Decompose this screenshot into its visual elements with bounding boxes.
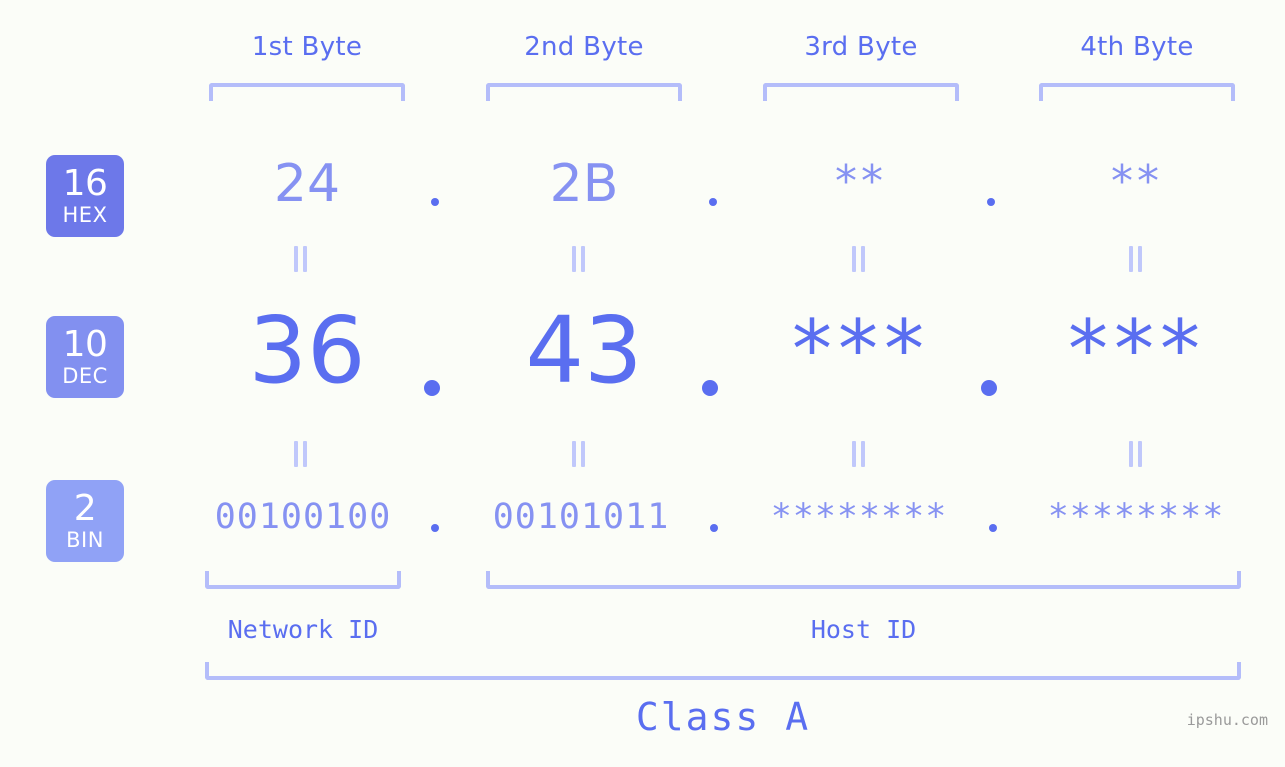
dec-byte-2: 43 xyxy=(525,297,643,404)
base-badge-hex-name: HEX xyxy=(62,203,108,227)
equals-connector-dec-bin-3 xyxy=(851,441,867,467)
dec-byte-1: 36 xyxy=(248,297,366,404)
dec-dot-separator-2 xyxy=(702,380,718,396)
byte-header-label-4: 4th Byte xyxy=(1080,32,1194,62)
byte-header-label-1: 1st Byte xyxy=(251,32,363,62)
ip-address-breakdown-diagram: 1st Byte 2nd Byte 3rd Byte 4th Byte 16 H… xyxy=(0,0,1285,767)
bin-dot-separator-2 xyxy=(710,524,718,532)
hex-byte-1: 24 xyxy=(273,154,341,214)
dec-byte-3: *** xyxy=(792,303,930,396)
hex-dot-separator-1 xyxy=(431,198,439,206)
bin-dot-separator-3 xyxy=(989,524,997,532)
byte-header-label-3: 3rd Byte xyxy=(804,32,918,62)
hex-byte-2: 2B xyxy=(549,154,619,214)
byte-header-label-2: 2nd Byte xyxy=(524,32,644,62)
equals-connector-hex-dec-2 xyxy=(571,246,587,272)
hex-byte-4: ** xyxy=(1111,156,1163,207)
byte-bracket-top-2 xyxy=(486,83,682,101)
base-badge-dec: 10 DEC xyxy=(46,316,124,398)
base-badge-dec-name: DEC xyxy=(62,364,108,388)
bin-byte-2: 00101011 xyxy=(492,497,670,537)
base-badge-dec-number: 10 xyxy=(62,324,108,365)
class-label: Class A xyxy=(635,695,811,739)
dec-dot-separator-1 xyxy=(424,380,440,396)
equals-connector-dec-bin-2 xyxy=(571,441,587,467)
host-id-label: Host ID xyxy=(810,615,917,644)
dec-dot-separator-3 xyxy=(981,380,997,396)
byte-bracket-top-1 xyxy=(209,83,405,101)
host-id-bracket xyxy=(486,571,1241,589)
site-watermark: ipshu.com xyxy=(1186,711,1268,729)
class-bracket xyxy=(205,662,1241,680)
bin-byte-4: ******** xyxy=(1047,497,1225,537)
hex-dot-separator-3 xyxy=(987,198,995,206)
byte-bracket-top-3 xyxy=(763,83,959,101)
equals-connector-dec-bin-1 xyxy=(293,441,309,467)
base-badge-bin: 2 BIN xyxy=(46,480,124,562)
dec-byte-4: *** xyxy=(1068,303,1206,396)
byte-bracket-top-4 xyxy=(1039,83,1235,101)
hex-byte-3: ** xyxy=(835,156,887,207)
network-id-bracket xyxy=(205,571,401,589)
base-badge-bin-name: BIN xyxy=(66,528,104,552)
bin-byte-1: 00100100 xyxy=(214,497,392,537)
network-id-label: Network ID xyxy=(227,615,379,644)
base-badge-bin-number: 2 xyxy=(73,488,97,529)
hex-dot-separator-2 xyxy=(709,198,717,206)
equals-connector-dec-bin-4 xyxy=(1128,441,1144,467)
base-badge-hex: 16 HEX xyxy=(46,155,124,237)
bin-dot-separator-1 xyxy=(431,524,439,532)
base-badge-hex-number: 16 xyxy=(62,163,108,204)
equals-connector-hex-dec-4 xyxy=(1128,246,1144,272)
bin-byte-3: ******** xyxy=(770,497,948,537)
equals-connector-hex-dec-3 xyxy=(851,246,867,272)
equals-connector-hex-dec-1 xyxy=(293,246,309,272)
